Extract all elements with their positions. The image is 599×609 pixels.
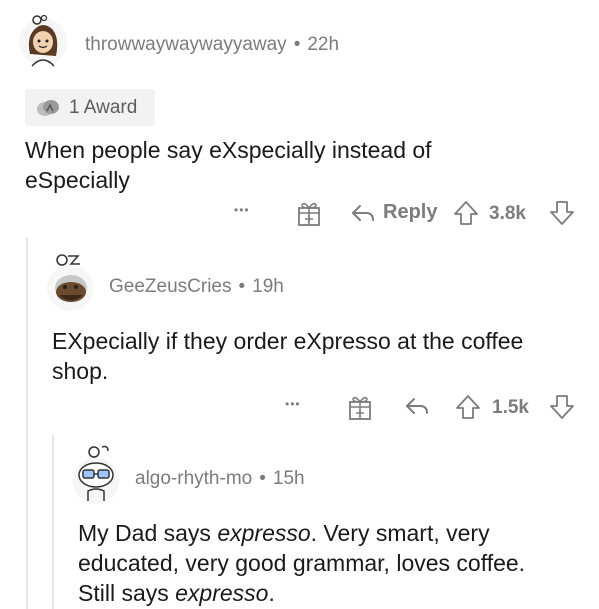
text-segment: My Dad says [78,520,218,546]
username[interactable]: throwwaywaywayyaway [85,34,287,55]
reply-button[interactable]: Reply [350,201,437,224]
text-segment: . [268,580,275,606]
more-options-button[interactable]: ••• [234,203,250,217]
reply-icon [404,395,430,417]
comment-body-line: educated, very good grammar, loves coffe… [78,550,526,576]
upvote-button[interactable] [453,200,479,226]
award-icon [35,95,61,121]
comment-body: EXpecially if they order eXpresso at the… [52,326,523,386]
timestamp: 19h [252,276,284,297]
comment-body-line: Still says expresso. [78,578,525,608]
gift-icon [296,199,322,227]
downvote-icon [549,394,575,420]
comment-body-line: EXpecially if they order eXpresso at the… [52,328,524,354]
emphasis-text: expresso [175,580,269,606]
comment-header: GeeZeusCries • 19h [109,276,284,298]
avatar[interactable] [18,14,68,70]
reply-label: Reply [383,201,438,223]
avatar[interactable] [45,252,95,312]
thread-line[interactable] [26,238,28,609]
comment-body-line: When people say eXspecially instead of [25,137,432,163]
vote-score: 1.5k [492,397,529,419]
downvote-icon [549,200,575,226]
thread-line[interactable] [52,435,54,609]
comment-body-line: My Dad says expresso. Very smart, very [78,518,525,548]
award-label: 1 Award [69,96,138,118]
downvote-button[interactable] [549,394,575,420]
more-icon: ••• [285,397,301,411]
avatar[interactable] [70,443,122,505]
upvote-button[interactable] [455,394,481,420]
reply-button[interactable] [404,395,430,417]
score: 1.5k [492,397,529,418]
give-award-button[interactable] [296,199,322,227]
comment-header: throwwaywaywayyaway • 22h [85,34,339,56]
score: 3.8k [489,203,526,224]
reply-icon [350,202,376,224]
separator-dot: • [259,468,266,489]
more-icon: ••• [234,203,250,217]
timestamp: 22h [307,34,340,55]
upvote-icon [455,394,481,420]
downvote-button[interactable] [549,200,575,226]
comment-body-line: eSpecially [25,167,130,193]
separator-dot: • [238,276,246,297]
gift-icon [347,393,373,421]
text-segment: Still says [78,580,176,606]
comment-body-line: shop. [52,358,109,384]
more-options-button[interactable]: ••• [285,397,301,411]
username[interactable]: GeeZeusCries [109,276,232,297]
award-badge[interactable]: 1 Award [25,89,155,126]
emphasis-text: expresso [217,520,311,546]
vote-score: 3.8k [489,203,526,225]
username[interactable]: algo-rhyth-mo [135,468,252,489]
separator-dot: • [293,34,301,55]
comment-header: algo-rhyth-mo • 15h [135,468,305,490]
upvote-icon [453,200,479,226]
text-segment: . Very smart, very [310,520,490,546]
comment-body: When people say eXspecially instead of e… [25,135,432,195]
give-award-button[interactable] [347,393,373,421]
timestamp: 15h [272,468,305,489]
comment-body: My Dad says expresso. Very smart, very e… [78,518,525,608]
